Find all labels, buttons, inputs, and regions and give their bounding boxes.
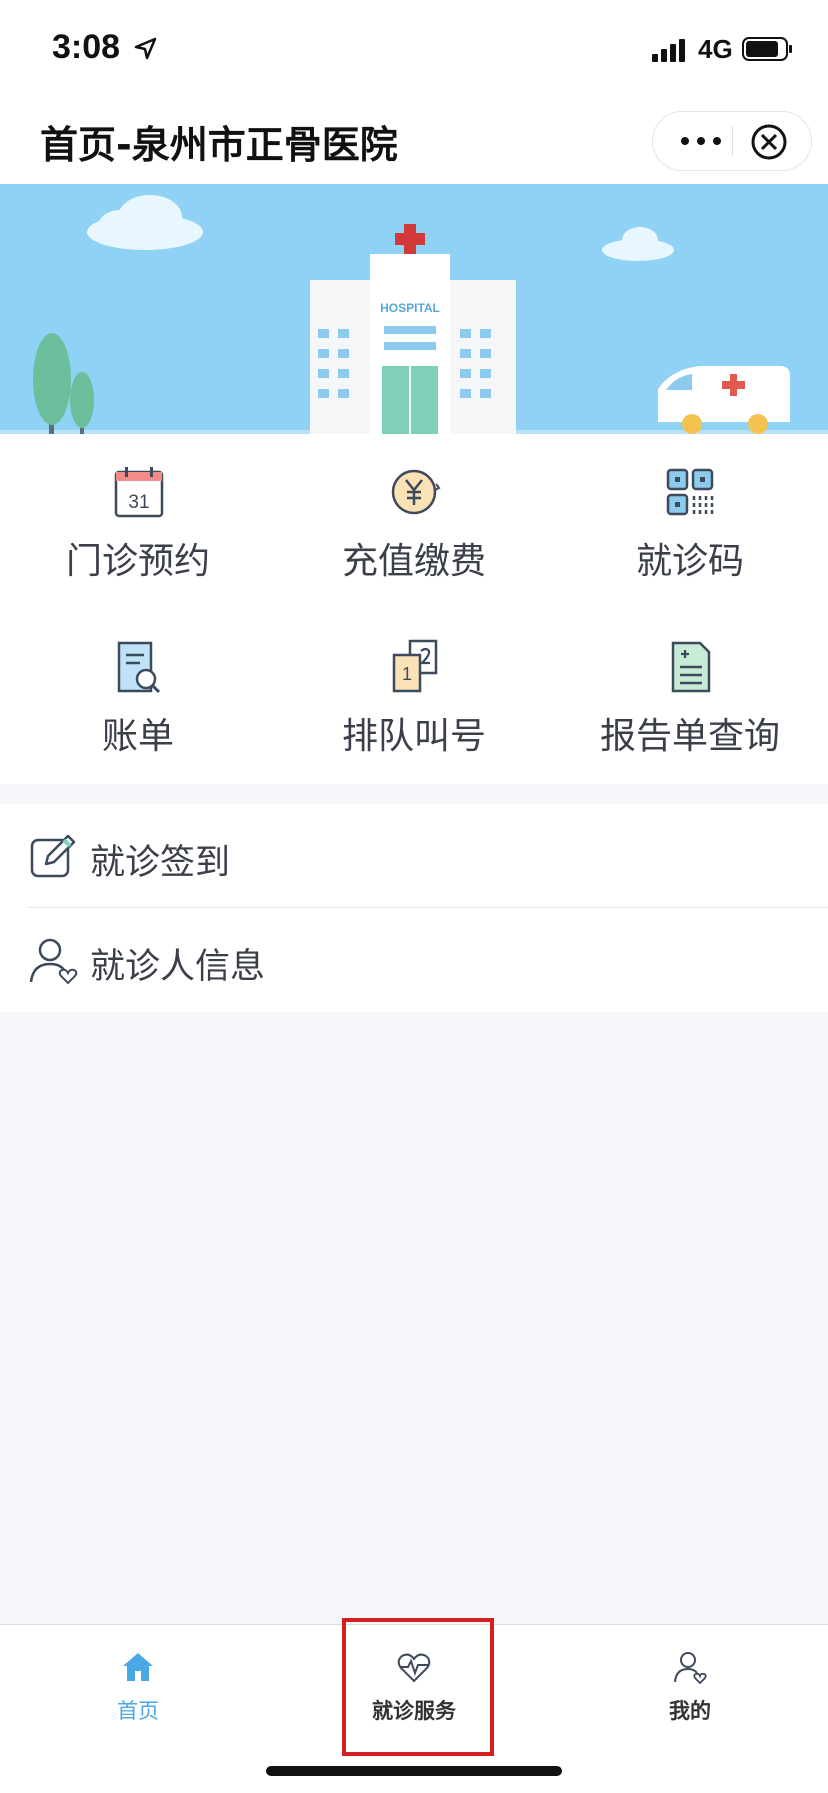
hospital-building: HOSPITAL [310, 224, 516, 434]
tab-home[interactable]: 首页 [0, 1625, 276, 1745]
status-time: 3:08 [52, 28, 121, 66]
queue-number-icon: 1 [392, 639, 438, 693]
list-item-check-in[interactable]: 就诊签到 [0, 804, 828, 908]
network-type: 4G [698, 34, 733, 64]
grid-item-label: 就诊码 [635, 541, 744, 582]
report-icon [671, 641, 711, 693]
navigation-bar: 首页-泉州市正骨医院 [0, 96, 828, 184]
close-icon[interactable] [749, 122, 789, 162]
grid-item-label: 门诊预约 [65, 541, 210, 582]
feature-grid: 31 门诊预约 充值缴费 就诊码 账单 1 排队叫号 报告单查询 [0, 434, 828, 784]
queue-number: 1 [402, 664, 412, 684]
calendar-icon: 31 [114, 467, 164, 518]
grid-item-label: 充值缴费 [341, 541, 486, 582]
location-arrow-icon [134, 37, 157, 60]
cloud-left [87, 195, 203, 250]
yuan-coin-icon [391, 469, 441, 515]
banner-illustration: HOSPITAL [0, 195, 828, 434]
page-title: 首页-泉州市正骨医院 [40, 123, 398, 167]
tab-label: 首页 [117, 1699, 159, 1723]
list-item-label: 就诊签到 [90, 843, 231, 883]
tab-mine[interactable]: 我的 [552, 1625, 828, 1745]
grid-item-label: 排队叫号 [341, 716, 486, 757]
calendar-day: 31 [128, 492, 149, 513]
grid-item-report-query[interactable]: 报告单查询 [552, 609, 828, 779]
grid-item-queue-call[interactable]: 1 排队叫号 [276, 609, 552, 779]
home-indicator [266, 1766, 562, 1776]
cloud-right [602, 227, 674, 261]
ambulance [658, 366, 790, 434]
grid-item-label: 账单 [101, 716, 174, 757]
hospital-sign: HOSPITAL [380, 301, 440, 315]
grid-item-bill[interactable]: 账单 [0, 609, 276, 779]
more-icon[interactable] [671, 122, 731, 160]
grid-item-visit-code[interactable]: 就诊码 [552, 434, 828, 604]
home-icon [123, 1653, 153, 1681]
hospital-banner: HOSPITAL [0, 184, 828, 434]
trees [33, 333, 94, 434]
qr-code-icon [666, 468, 714, 516]
grid-item-recharge-payment[interactable]: 充值缴费 [276, 434, 552, 604]
highlight-box [342, 1618, 494, 1756]
capsule-divider [732, 126, 733, 156]
battery-icon [742, 37, 792, 61]
list-item-patient-info[interactable]: 就诊人信息 [0, 908, 828, 1012]
grid-item-label: 报告单查询 [599, 716, 780, 757]
tab-label: 我的 [669, 1699, 711, 1723]
edit-checkin-icon [30, 834, 76, 878]
bill-search-icon [117, 641, 161, 694]
miniprogram-capsule [652, 111, 812, 171]
list-item-label: 就诊人信息 [90, 947, 266, 987]
user-icon [674, 1652, 707, 1685]
grid-item-outpatient-appointment[interactable]: 31 门诊预约 [0, 434, 276, 604]
signal-icon [652, 39, 685, 62]
patient-info-icon [29, 938, 78, 985]
status-bar: 3:08 4G [0, 0, 828, 96]
service-list: 就诊签到 就诊人信息 [0, 804, 828, 1012]
